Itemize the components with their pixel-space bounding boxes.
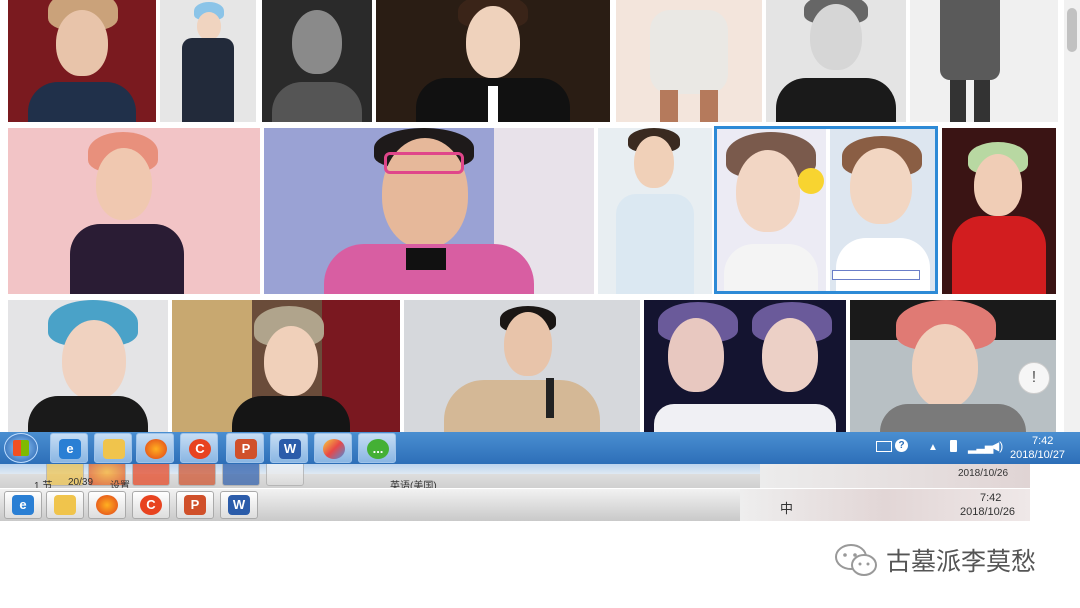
image-result-7[interactable] xyxy=(910,0,1058,122)
ghost2-word-button: W xyxy=(220,491,258,519)
image-result-15[interactable] xyxy=(172,300,400,432)
clock-time[interactable]: 7:42 xyxy=(1032,435,1053,447)
taskbar-firefox[interactable] xyxy=(136,433,174,463)
ghost2-clock-time: 7:42 xyxy=(980,492,1002,504)
folder-icon xyxy=(103,439,125,459)
help-icon[interactable]: ? xyxy=(895,439,908,452)
scrollbar-thumb[interactable] xyxy=(1067,8,1077,52)
image-result-3[interactable] xyxy=(262,0,372,122)
taskbar-wechat[interactable]: ... xyxy=(358,433,396,463)
powerpoint-icon: P xyxy=(235,439,257,459)
selection-frame xyxy=(714,126,938,294)
taskbar-word[interactable]: W xyxy=(270,433,308,463)
word-icon: W xyxy=(228,495,250,515)
internet-explorer-icon: e xyxy=(59,439,81,459)
ghost-word-button xyxy=(222,464,260,486)
image-result-4[interactable] xyxy=(376,0,610,122)
ghost-status-section: 1 节 xyxy=(34,481,53,488)
wechat-logo-icon xyxy=(835,544,877,576)
image-result-10[interactable] xyxy=(598,128,712,294)
clock-date[interactable]: 2018/10/27 xyxy=(1010,449,1065,461)
show-hidden-icons-icon[interactable]: ▲ xyxy=(928,442,938,453)
ghost2-folder-button xyxy=(46,491,84,519)
internet-explorer-icon: e xyxy=(12,495,34,515)
image-result-17[interactable] xyxy=(644,300,846,432)
image-result-14[interactable] xyxy=(8,300,168,432)
feedback-button[interactable]: ! xyxy=(1018,362,1050,394)
taskbar: e C P W ... ? ▲ ▂▃▅ ◀) 7:42 2018/10/27 xyxy=(0,432,1080,464)
ghost-clock-date: 2018/10/26 xyxy=(958,468,1009,479)
taskbar-file-explorer[interactable] xyxy=(94,433,132,463)
ghost2-360-button: C xyxy=(132,491,170,519)
image-result-2[interactable] xyxy=(160,0,256,122)
folder-icon xyxy=(54,495,76,515)
ghost-paint-button xyxy=(266,464,304,486)
ghost2-firefox-button xyxy=(88,491,126,519)
360-browser-icon: C xyxy=(189,439,211,459)
powerpoint-icon: P xyxy=(184,495,206,515)
keyboard-icon[interactable] xyxy=(876,441,892,452)
ghost-status-settings: 设置 xyxy=(110,481,130,488)
taskbar-internet-explorer[interactable]: e xyxy=(50,433,88,463)
start-button[interactable] xyxy=(4,433,38,463)
image-result-16[interactable] xyxy=(404,300,640,432)
image-result-6[interactable] xyxy=(766,0,906,122)
taskbar-powerpoint[interactable]: P xyxy=(226,433,264,463)
firefox-icon xyxy=(96,495,118,515)
image-result-1[interactable] xyxy=(8,0,156,122)
image-result-9[interactable] xyxy=(264,128,594,294)
360-browser-icon: C xyxy=(140,495,162,515)
taskbar-360-browser[interactable]: C xyxy=(180,433,218,463)
ghost2-ie-button: e xyxy=(4,491,42,519)
wechat-icon: ... xyxy=(367,439,389,459)
battery-icon[interactable] xyxy=(950,440,957,452)
ghost2-ime-label: 中 xyxy=(780,501,794,516)
image-result-5[interactable] xyxy=(616,0,762,122)
watermark-account-name: 古墓派李莫愁 xyxy=(886,547,1037,576)
ghost-status-language: 英语(美国) xyxy=(390,481,437,488)
ghost2-ppt-button: P xyxy=(176,491,214,519)
ghost-taskbar-2: e C P W 中 7:42 2018/10/26 xyxy=(0,489,1030,521)
image-result-13[interactable] xyxy=(942,128,1056,294)
ghost-360-button xyxy=(132,464,170,486)
firefox-icon xyxy=(145,439,167,459)
word-icon: W xyxy=(279,439,301,459)
ghost-status-page: 20/39 xyxy=(68,477,94,488)
taskbar-paint[interactable] xyxy=(314,433,352,463)
paint-palette-icon xyxy=(323,439,345,459)
volume-icon[interactable]: ◀) xyxy=(990,439,1003,453)
ghost-taskbar-1: 1 节 20/39 设置 英语(美国) 2018/10/26 xyxy=(0,464,1030,488)
ghost2-clock-date: 2018/10/26 xyxy=(960,506,1016,518)
ghost-ppt-button xyxy=(178,464,216,486)
image-result-8[interactable] xyxy=(8,128,260,294)
vertical-scrollbar[interactable] xyxy=(1064,0,1080,432)
windows-logo-icon xyxy=(13,440,29,456)
